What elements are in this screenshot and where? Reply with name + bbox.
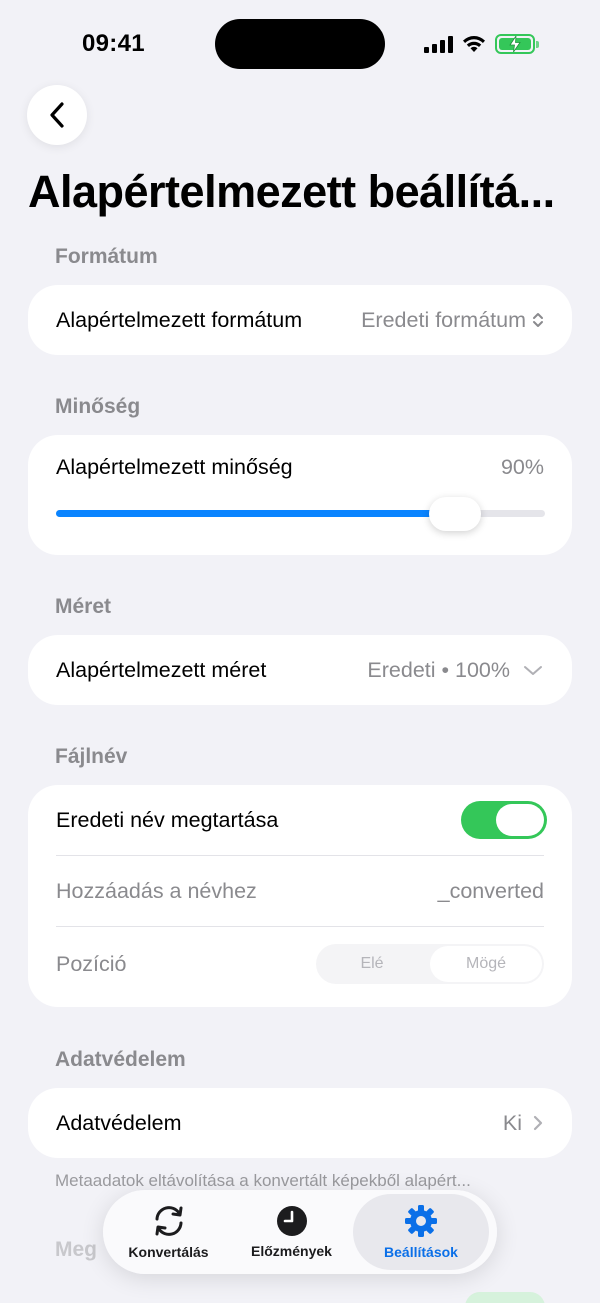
privacy-card: Adatvédelem Ki: [28, 1088, 572, 1158]
default-format-row[interactable]: Alapértelmezett formátum Eredeti formátu…: [56, 285, 544, 355]
chevron-right-icon: [533, 1115, 543, 1131]
gear-icon: [405, 1205, 437, 1237]
segment-before[interactable]: Elé: [316, 944, 428, 984]
tab-settings[interactable]: Beállítások: [353, 1194, 489, 1270]
wifi-icon: [463, 36, 485, 52]
segment-after[interactable]: Mögé: [430, 946, 542, 982]
toggle-knob: [496, 804, 544, 836]
position-row: Pozíció Elé Mögé: [56, 927, 544, 1007]
slider-fill: [56, 510, 442, 517]
status-icons: [424, 32, 539, 56]
section-header-size: Méret: [55, 595, 112, 618]
section-header-filename: Fájlnév: [55, 745, 128, 768]
battery-charging-icon: [495, 34, 539, 54]
keep-name-row: Eredeti név megtartása: [56, 785, 547, 855]
append-name-row[interactable]: Hozzáadás a névhez _converted: [56, 856, 544, 926]
tab-history-label: Előzmények: [251, 1243, 332, 1259]
format-card: Alapértelmezett formátum Eredeti formátu…: [28, 285, 572, 355]
dynamic-island: [215, 19, 385, 69]
size-card: Alapértelmezett méret Eredeti • 100%: [28, 635, 572, 705]
quality-card: Alapértelmezett minőség 90%: [28, 435, 572, 555]
default-size-value: Eredeti • 100%: [367, 657, 510, 682]
section-header-quality: Minőség: [55, 395, 141, 418]
clock-icon: [276, 1206, 307, 1236]
quality-value: 90%: [500, 454, 544, 479]
tab-convert[interactable]: Konvertálás: [107, 1194, 230, 1270]
page-title: Alapértelmezett beállítá...: [28, 166, 555, 217]
tab-bar: Konvertálás Előzmények Beállítások: [103, 1190, 497, 1274]
back-button[interactable]: [27, 85, 87, 145]
privacy-value-group: Ki: [503, 1111, 544, 1136]
default-size-row[interactable]: Alapértelmezett méret Eredeti • 100%: [56, 635, 544, 705]
settings-screen: 09:41 Alapértelmezett beállítá... Formát…: [0, 0, 600, 1303]
tab-history[interactable]: Előzmények: [230, 1194, 353, 1270]
status-bar: 09:41: [0, 0, 600, 90]
tab-convert-label: Konvertálás: [128, 1244, 209, 1260]
privacy-row[interactable]: Adatvédelem Ki: [56, 1088, 544, 1158]
filename-card: Eredeti név megtartása Hozzáadás a névhe…: [28, 785, 572, 1007]
arrows-cycle-icon: [155, 1206, 182, 1236]
default-format-label: Alapértelmezett formátum: [56, 307, 303, 332]
cellular-signal-icon: [424, 35, 453, 53]
default-size-picker[interactable]: Eredeti • 100%: [367, 658, 544, 683]
status-time: 09:41: [82, 30, 145, 57]
privacy-value: Ki: [502, 1110, 522, 1135]
keep-name-toggle[interactable]: [461, 801, 547, 839]
keep-name-label: Eredeti név megtartása: [56, 807, 279, 832]
append-name-label: Hozzáadás a névhez: [56, 878, 257, 903]
default-format-value: Eredeti formátum: [361, 307, 526, 332]
position-label: Pozíció: [56, 951, 127, 976]
section-header-partial: Meg: [55, 1238, 97, 1261]
privacy-footnote: Metaadatok eltávolítása a konvertált kép…: [55, 1171, 471, 1190]
quality-slider[interactable]: [56, 497, 545, 531]
slider-thumb[interactable]: [429, 497, 482, 531]
chevron-down-icon: [524, 666, 542, 675]
default-quality-row: Alapértelmezett minőség 90%: [56, 450, 544, 484]
chevron-up-down-icon: [533, 313, 543, 327]
privacy-label: Adatvédelem: [56, 1110, 182, 1135]
default-format-picker[interactable]: Eredeti formátum: [361, 308, 544, 333]
section-header-privacy: Adatvédelem: [55, 1048, 186, 1071]
default-size-label: Alapértelmezett méret: [56, 657, 267, 682]
default-quality-label: Alapértelmezett minőség: [56, 454, 293, 479]
tab-settings-label: Beállítások: [384, 1244, 458, 1260]
chevron-left-icon: [50, 102, 64, 128]
position-segmented-control[interactable]: Elé Mögé: [316, 944, 544, 984]
partial-toggle: [465, 1292, 545, 1303]
section-header-format: Formátum: [55, 245, 158, 268]
append-name-field[interactable]: _converted: [438, 879, 544, 904]
